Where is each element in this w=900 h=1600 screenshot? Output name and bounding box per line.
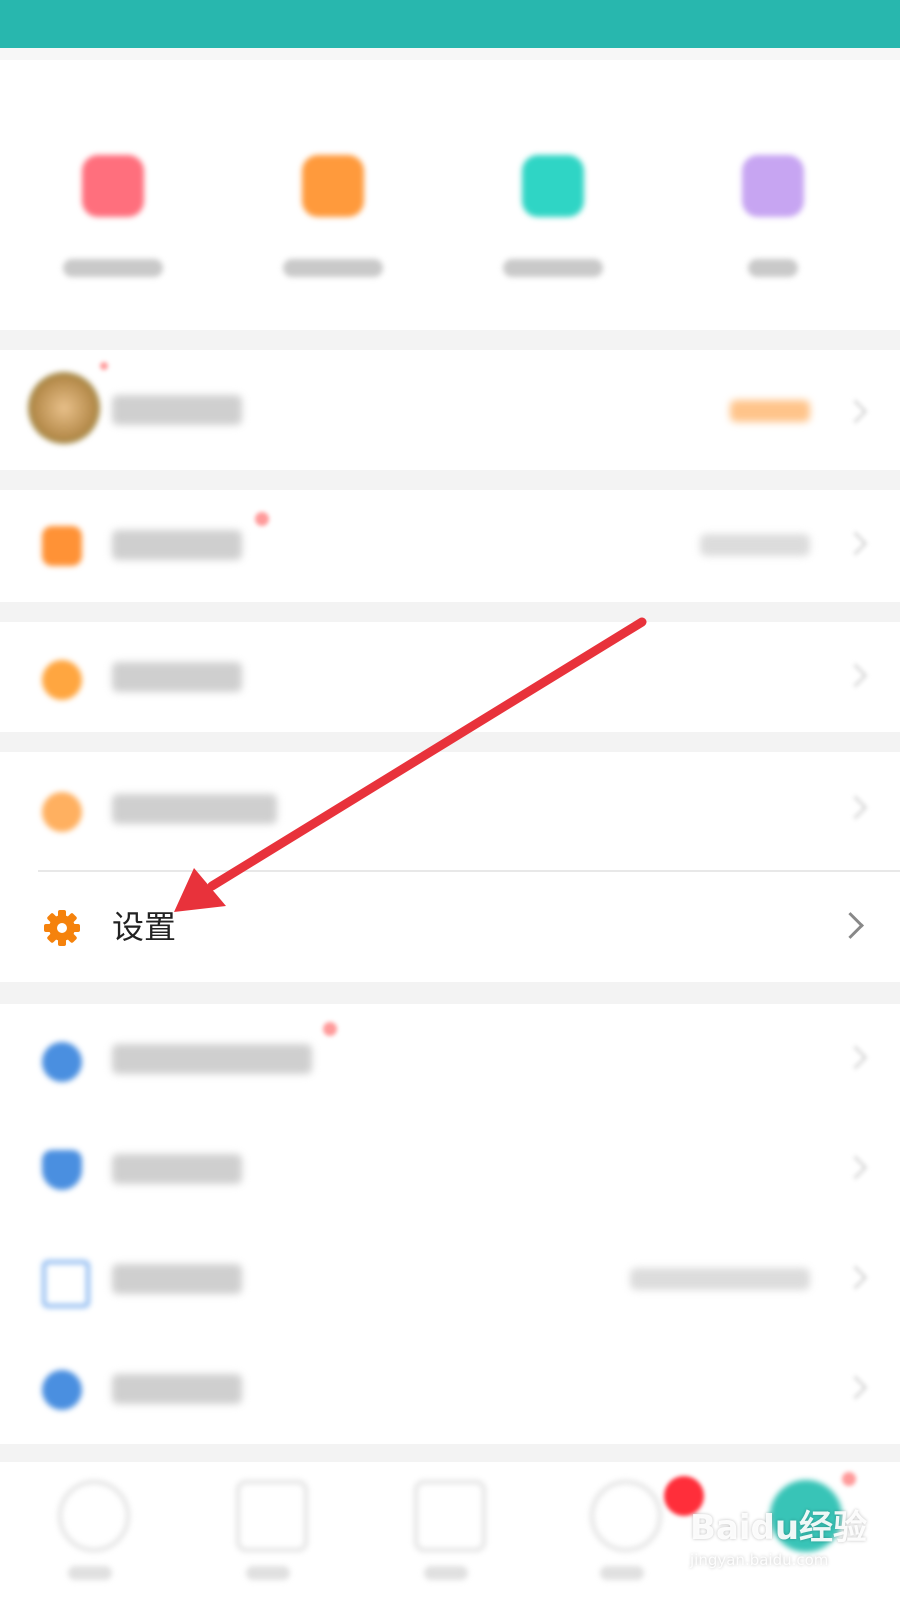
notification-dot bbox=[842, 1472, 856, 1486]
chevron-right-icon bbox=[843, 531, 868, 556]
chevron-right-icon bbox=[843, 1265, 868, 1290]
tab-label-4 bbox=[600, 1566, 644, 1580]
row-label-blurred bbox=[112, 530, 242, 560]
quick-item-4[interactable] bbox=[718, 155, 828, 277]
row-icon bbox=[42, 660, 82, 700]
chevron-right-icon bbox=[837, 912, 864, 939]
settings-row[interactable]: 设置 bbox=[0, 872, 900, 982]
quick-icon-1 bbox=[82, 155, 144, 217]
row-label-blurred bbox=[112, 662, 242, 692]
quick-label-2 bbox=[283, 259, 383, 277]
row-label-blurred bbox=[112, 1374, 242, 1404]
row-label-blurred bbox=[112, 794, 277, 824]
row-label-blurred bbox=[112, 1044, 312, 1074]
chevron-right-icon bbox=[843, 399, 868, 424]
quick-label-3 bbox=[503, 259, 603, 277]
quick-item-1[interactable] bbox=[58, 155, 168, 277]
row-value-blurred bbox=[630, 1268, 810, 1290]
row-value-blurred bbox=[700, 534, 810, 556]
quick-label-4 bbox=[748, 259, 798, 277]
tab-icon-4[interactable] bbox=[590, 1480, 662, 1552]
row-icon bbox=[42, 526, 82, 566]
quick-access-panel bbox=[0, 60, 900, 330]
quick-icon-2 bbox=[302, 155, 364, 217]
gear-icon bbox=[44, 910, 80, 946]
list-item-2[interactable] bbox=[0, 490, 900, 602]
phone-icon bbox=[42, 1260, 90, 1308]
notification-dot bbox=[255, 512, 269, 526]
tab-icon-2[interactable] bbox=[236, 1480, 308, 1552]
row-label-blurred bbox=[112, 395, 242, 425]
tab-label-1 bbox=[68, 1566, 112, 1580]
quick-label-1 bbox=[63, 259, 163, 277]
row-label-blurred bbox=[112, 1264, 242, 1294]
list-item-profile[interactable] bbox=[0, 350, 900, 470]
settings-label: 设置 bbox=[112, 908, 177, 946]
status-bar bbox=[0, 0, 900, 48]
quick-item-2[interactable] bbox=[278, 155, 388, 277]
tab-label-2 bbox=[246, 1566, 290, 1580]
quick-icon-3 bbox=[522, 155, 584, 217]
list-item-6[interactable] bbox=[0, 1114, 900, 1224]
chevron-right-icon bbox=[843, 1045, 868, 1070]
row-icon bbox=[42, 1150, 82, 1190]
watermark-sub: jingyan.baidu.com bbox=[690, 1551, 829, 1569]
row-icon bbox=[42, 1370, 82, 1410]
notification-dot bbox=[100, 362, 108, 370]
row-icon bbox=[42, 792, 82, 832]
row-label-blurred bbox=[112, 1154, 242, 1184]
quick-icon-4 bbox=[742, 155, 804, 217]
list-item-3[interactable] bbox=[0, 622, 900, 732]
notification-dot bbox=[323, 1022, 337, 1036]
tab-icon-1[interactable] bbox=[58, 1480, 130, 1552]
watermark-main: Baidu经验 bbox=[690, 1508, 868, 1548]
list-item-8[interactable] bbox=[0, 1334, 900, 1444]
row-value-blurred bbox=[730, 400, 810, 422]
tab-icon-3[interactable] bbox=[414, 1480, 486, 1552]
baidu-watermark: Baidu经验 jingyan.baidu.com bbox=[690, 1500, 867, 1569]
list-item-4[interactable] bbox=[0, 752, 900, 872]
chevron-right-icon bbox=[843, 795, 868, 820]
avatar bbox=[28, 372, 100, 444]
list-item-5[interactable] bbox=[0, 1004, 900, 1114]
chevron-right-icon bbox=[843, 663, 868, 688]
list-item-7[interactable] bbox=[0, 1224, 900, 1334]
quick-item-3[interactable] bbox=[498, 155, 608, 277]
row-icon bbox=[42, 1042, 82, 1082]
header-tabs bbox=[0, 48, 900, 60]
tab-label-3 bbox=[424, 1566, 468, 1580]
chevron-right-icon bbox=[843, 1375, 868, 1400]
chevron-right-icon bbox=[843, 1155, 868, 1180]
